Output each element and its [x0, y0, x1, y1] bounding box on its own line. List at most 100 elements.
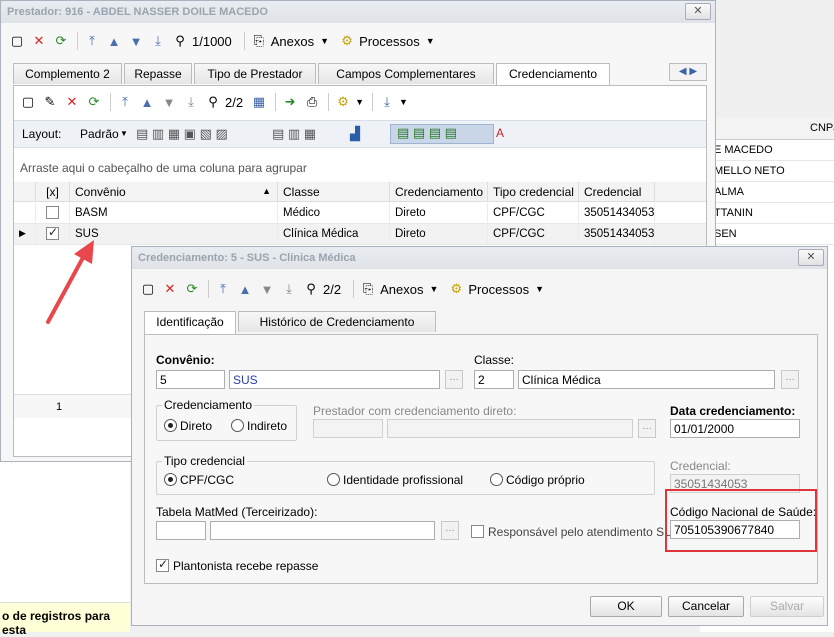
matmed-name-field[interactable] [210, 521, 435, 540]
chevron-down-icon[interactable]: ▼ [399, 97, 408, 107]
tab-credenciamento[interactable]: Credenciamento [496, 63, 610, 86]
credencial-column-header[interactable]: Credencial [579, 182, 655, 202]
radio-codigo-proprio[interactable]: Código próprio [490, 473, 585, 487]
new-icon[interactable]: ▢ [138, 279, 158, 299]
processos-button[interactable]: Processos [359, 34, 420, 49]
anexos-button[interactable]: Anexos [380, 282, 423, 297]
classe-lookup-button[interactable]: … [781, 370, 799, 389]
tab-identificacao[interactable]: Identificação [144, 311, 236, 334]
tab-historico-credenciamento[interactable]: Histórico de Credenciamento [238, 311, 436, 332]
new-icon[interactable]: ▢ [7, 31, 27, 51]
row-checkbox-cell[interactable] [36, 203, 70, 224]
radio-identidade-indicator[interactable] [327, 473, 340, 486]
chevron-down-icon[interactable]: ▼ [426, 36, 435, 46]
tab-campos-complementares[interactable]: Campos Complementares [318, 63, 494, 84]
previous-record-icon[interactable]: ▲ [137, 92, 157, 112]
table-row[interactable]: BASM Médico Direto CPF/CGC 35051434053 [14, 203, 706, 224]
check-column-header[interactable]: [x] [36, 182, 70, 202]
responsavel-sus-checkbox[interactable]: Responsável pelo atendimento SUS [471, 525, 681, 539]
credenciamento-column-header[interactable]: Credenciamento [390, 182, 488, 202]
radio-direto-indicator[interactable] [164, 419, 177, 432]
matmed-lookup-button[interactable]: … [441, 521, 459, 540]
classe-name-field[interactable]: Clínica Médica [518, 370, 775, 389]
next-record-icon[interactable]: ▼ [126, 31, 146, 51]
chevron-down-icon[interactable]: ▼ [355, 97, 364, 107]
chevron-down-icon[interactable]: ▼ [120, 129, 128, 138]
background-row[interactable]: MELLO NETO [714, 161, 834, 182]
ok-button[interactable]: OK [590, 596, 662, 617]
first-record-icon[interactable]: ⤒ [213, 279, 233, 299]
tab-complemento-2[interactable]: Complemento 2 [13, 63, 122, 84]
binoculars-icon[interactable]: ⚲ [203, 92, 223, 112]
layout-select[interactable]: Padrão [80, 127, 119, 141]
background-row[interactable]: ALMA [714, 182, 834, 203]
prestador-direto-lookup-button[interactable]: … [638, 419, 656, 438]
classe-column-header[interactable]: Classe [278, 182, 390, 202]
refresh-icon[interactable]: ⟳ [84, 92, 104, 112]
data-credenciamento-field[interactable]: 01/01/2000 [670, 419, 800, 438]
matmed-code-field[interactable] [156, 521, 206, 540]
radio-cpf-indicator[interactable] [164, 473, 177, 486]
refresh-icon[interactable]: ⟳ [182, 279, 202, 299]
close-button[interactable]: ✕ [685, 3, 711, 20]
responsavel-sus-box[interactable] [471, 525, 484, 538]
previous-record-icon[interactable]: ▲ [235, 279, 255, 299]
radio-cpf-cgc[interactable]: CPF/CGC [164, 473, 234, 487]
previous-record-icon[interactable]: ▲ [104, 31, 124, 51]
print-icon[interactable]: ⎙ [302, 92, 322, 112]
prestador-direto-name-field[interactable] [387, 419, 633, 438]
radio-identidade-profissional[interactable]: Identidade profissional [327, 473, 463, 487]
chevron-down-icon[interactable]: ▼ [320, 36, 329, 46]
tab-tipo-prestador[interactable]: Tipo de Prestador [194, 63, 316, 84]
import-icon[interactable]: ➜ [280, 92, 300, 112]
download-icon[interactable]: ⤓ [377, 92, 397, 112]
radio-codigo-indicator[interactable] [490, 473, 503, 486]
next-record-icon[interactable]: ▼ [159, 92, 179, 112]
binoculars-icon[interactable]: ⚲ [301, 279, 321, 299]
radio-indireto-indicator[interactable] [231, 419, 244, 432]
tipo-credencial-column-header[interactable]: Tipo credencial [488, 182, 579, 202]
last-record-icon[interactable]: ⤓ [181, 92, 201, 112]
chevron-down-icon[interactable]: ▼ [429, 284, 438, 294]
plantonista-box[interactable] [156, 557, 169, 572]
last-record-icon[interactable]: ⤓ [148, 31, 168, 51]
layout-tool-icons[interactable]: ▤ ▥ ▦ [272, 126, 316, 142]
first-record-icon[interactable]: ⤒ [115, 92, 135, 112]
convenio-name-field[interactable]: SUS [229, 370, 440, 389]
text-style-icon[interactable]: A [496, 126, 504, 140]
tab-scroll-arrows[interactable]: ◀ ▶ [669, 63, 707, 81]
background-row[interactable]: TTANIN [714, 203, 834, 224]
radio-direto[interactable]: Direto [164, 419, 212, 433]
grid-view-icon[interactable]: ▦ [249, 92, 269, 112]
cancelar-button[interactable]: Cancelar [668, 596, 744, 617]
convenio-lookup-button[interactable]: … [445, 370, 463, 389]
background-row[interactable]: SEN [714, 224, 834, 245]
layout-tool-icons[interactable]: ▤ ▥ ▦ ▣ ▧ ▨ [136, 126, 228, 142]
chart-icon[interactable]: ▟ [350, 126, 360, 142]
tab-repasse[interactable]: Repasse [124, 63, 192, 84]
edit-icon[interactable]: ✎ [40, 92, 60, 112]
binoculars-icon[interactable]: ⚲ [170, 31, 190, 51]
row-checkbox[interactable] [46, 206, 59, 219]
dialog-close-button[interactable]: ✕ [798, 249, 824, 266]
view-mode-toggles[interactable]: ▤ ▤ ▤ ▤ [390, 124, 494, 144]
plantonista-checkbox[interactable]: Plantonista recebe repasse [156, 557, 318, 573]
gears-icon[interactable]: ⚙ [333, 92, 353, 112]
cnpj-column-header[interactable]: CNPJ [810, 122, 834, 134]
delete-icon[interactable]: ✕ [160, 279, 180, 299]
next-record-icon[interactable]: ▼ [257, 279, 277, 299]
delete-icon[interactable]: ✕ [29, 31, 49, 51]
convenio-code-field[interactable]: 5 [156, 370, 225, 389]
classe-code-field[interactable]: 2 [474, 370, 514, 389]
first-record-icon[interactable]: ⤒ [82, 31, 102, 51]
refresh-icon[interactable]: ⟳ [51, 31, 71, 51]
new-icon[interactable]: ▢ [18, 92, 38, 112]
last-record-icon[interactable]: ⤓ [279, 279, 299, 299]
prestador-direto-code-field[interactable] [313, 419, 383, 438]
radio-indireto[interactable]: Indireto [231, 419, 287, 433]
background-row[interactable]: E MACEDO [714, 140, 834, 161]
table-row[interactable]: ▶ SUS Clínica Médica Direto CPF/CGC 3505… [14, 224, 706, 245]
anexos-button[interactable]: Anexos [271, 34, 314, 49]
processos-button[interactable]: Processos [468, 282, 529, 297]
convenio-column-header[interactable]: Convênio ▲ [70, 182, 278, 202]
